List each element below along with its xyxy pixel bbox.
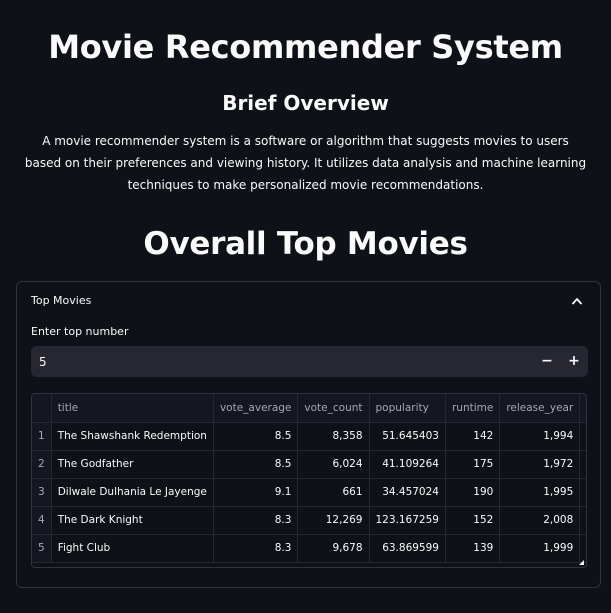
column-header-popularity[interactable]: popularity xyxy=(369,394,446,423)
table-row[interactable]: 5 Fight Club 8.3 9,678 63.869599 139 1,999 xyxy=(32,534,586,563)
row-index-cell: 1 xyxy=(32,422,52,451)
table-cell xyxy=(579,534,586,563)
brief-overview-heading: Brief Overview xyxy=(222,91,389,115)
table-cell: 142 xyxy=(445,422,501,451)
top-number-input[interactable] xyxy=(31,346,511,377)
table-cell: 51.645403 xyxy=(369,422,446,451)
column-header-vote_count[interactable]: vote_count xyxy=(297,394,370,423)
table-cell xyxy=(579,478,586,507)
row-index-cell: 3 xyxy=(32,478,52,507)
row-index-cell: 5 xyxy=(32,534,52,563)
table-cell: Fight Club xyxy=(51,534,214,563)
table-cell: 9,678 xyxy=(297,534,370,563)
column-header-title[interactable]: title xyxy=(51,394,214,423)
table-cell: 63.869599 xyxy=(369,534,446,563)
column-header-vote_average[interactable]: vote_average xyxy=(213,394,299,423)
index-header[interactable] xyxy=(32,394,52,423)
column-header-release_year[interactable]: release_year xyxy=(499,394,581,423)
table-cell: 1,995 xyxy=(499,478,581,507)
table-cell: The Dark Knight xyxy=(51,506,214,535)
table-cell: 8.5 xyxy=(213,422,299,451)
row-index-cell: 4 xyxy=(32,506,52,535)
table-cell: The Godfather xyxy=(51,450,214,479)
decrement-button[interactable]: − xyxy=(534,346,560,377)
table-cell: 8.3 xyxy=(213,506,299,535)
table-header-row: title vote_average vote_count popularity run… xyxy=(32,394,586,423)
top-number-stepper: − + xyxy=(31,346,588,377)
top-number-label: Enter top number xyxy=(31,325,129,338)
column-header-w[interactable]: w xyxy=(579,394,586,423)
table-row[interactable]: 3 Dilwale Dulhania Le Jayenge 9.1 661 34.457… xyxy=(32,478,586,507)
table-row[interactable]: 2 The Godfather 8.5 6,024 41.109264 175 1,972 xyxy=(32,450,586,479)
chevron-up-icon[interactable] xyxy=(572,297,582,305)
table-cell: 139 xyxy=(445,534,501,563)
table-cell: 175 xyxy=(445,450,501,479)
table-cell: 12,269 xyxy=(297,506,370,535)
table-cell xyxy=(579,450,586,479)
overview-paragraph: A movie recommender system is a software… xyxy=(24,134,587,192)
app-page: Movie Recommender System Brief Overview … xyxy=(0,0,611,613)
table-row[interactable]: 4 The Dark Knight 8.3 12,269 123.167259 152 2,… xyxy=(32,506,586,535)
table-cell: 8.5 xyxy=(213,450,299,479)
top-movies-heading: Overall Top Movies xyxy=(143,226,468,262)
table-cell: 1,972 xyxy=(499,450,581,479)
table-cell: 661 xyxy=(297,478,370,507)
table-cell: Dilwale Dulhania Le Jayenge xyxy=(51,478,214,507)
table-cell: 2,008 xyxy=(499,506,581,535)
column-header-runtime[interactable]: runtime xyxy=(445,394,501,423)
increment-button[interactable]: + xyxy=(561,346,587,377)
row-index-cell: 2 xyxy=(32,450,52,479)
page-title: Movie Recommender System xyxy=(48,28,563,66)
table-cell xyxy=(579,506,586,535)
table-cell: 8.3 xyxy=(213,534,299,563)
table-cell xyxy=(579,422,586,451)
table-cell: 1,999 xyxy=(499,534,581,563)
expander-header[interactable]: Top Movies xyxy=(17,282,600,320)
table-cell: 34.457024 xyxy=(369,478,446,507)
table-row[interactable]: 1 The Shawshank Redemption 8.5 8,358 51.6454… xyxy=(32,422,586,451)
top-movies-expander: Top Movies Enter top number − + xyxy=(16,281,601,588)
table-cell: 152 xyxy=(445,506,501,535)
table-cell: 41.109264 xyxy=(369,450,446,479)
table-cell: 6,024 xyxy=(297,450,370,479)
data-table: title vote_average vote_count popularity run… xyxy=(32,394,586,563)
table-cell: 9.1 xyxy=(213,478,299,507)
expander-label: Top Movies xyxy=(31,294,92,307)
table-cell: 190 xyxy=(445,478,501,507)
table-cell: 123.167259 xyxy=(369,506,446,535)
table-cell: 1,994 xyxy=(499,422,581,451)
table-cell: The Shawshank Redemption xyxy=(51,422,214,451)
table-cell: 8,358 xyxy=(297,422,370,451)
top-movies-dataframe[interactable]: title vote_average vote_count popularity run… xyxy=(31,393,587,568)
